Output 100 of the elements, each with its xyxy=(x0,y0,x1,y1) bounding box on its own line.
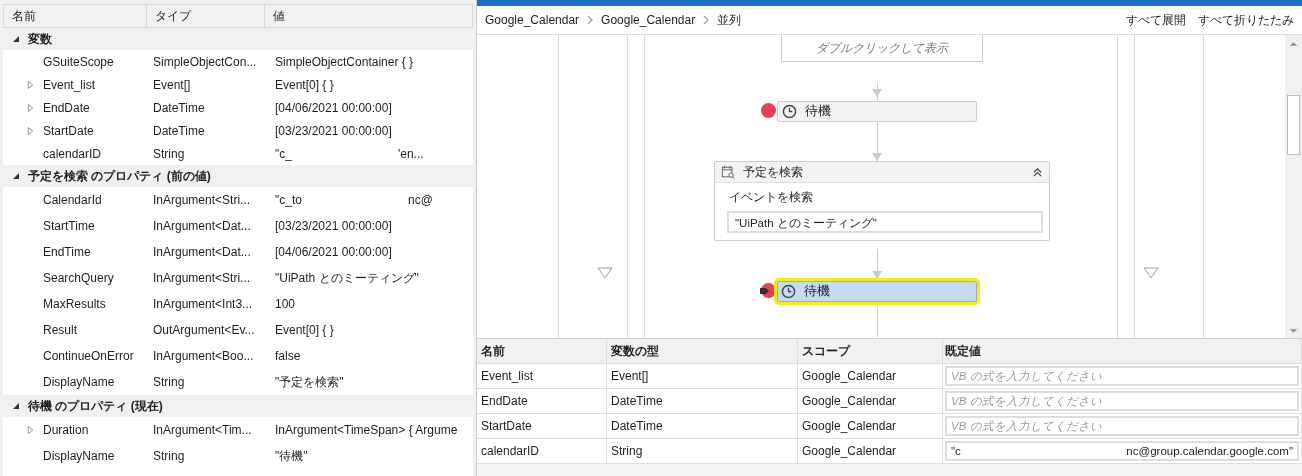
expand-triangle-icon[interactable] xyxy=(26,79,34,90)
table-cell: StartDate xyxy=(477,414,607,438)
table-cell: EndDate xyxy=(477,389,607,413)
property-name: DisplayName xyxy=(43,449,116,463)
table-cell: Google_Calendar xyxy=(798,389,943,413)
triangle-icon[interactable] xyxy=(597,267,613,279)
toolbar-link[interactable]: すべて展開 xyxy=(1126,11,1186,29)
property-type: String xyxy=(153,375,186,389)
property-name: CalendarId xyxy=(43,193,103,207)
property-name: Event_list xyxy=(43,77,97,92)
property-value: SimpleObjectContainer { } xyxy=(275,54,414,69)
triangle-icon[interactable] xyxy=(1143,267,1159,279)
property-type: InArgument<Tim... xyxy=(153,423,253,437)
expand-triangle-icon[interactable] xyxy=(26,425,34,435)
column-header[interactable]: タイプ xyxy=(147,5,265,27)
property-name: calendarID xyxy=(43,146,103,161)
property-name: Duration xyxy=(43,423,90,437)
input-field[interactable]: "UiPath とのミーティング" xyxy=(727,211,1043,233)
property-type: InArgument<Stri... xyxy=(153,193,252,207)
collapsed-activity[interactable]: ダブルクリックして表示 xyxy=(781,35,983,62)
scroll-down-icon[interactable] xyxy=(1289,327,1298,335)
property-value: "c_ xyxy=(275,146,292,161)
column-header[interactable]: スコープ xyxy=(798,339,943,363)
activity-card[interactable]: 予定を検索 イベントを検索 "UiPath とのミーティング" xyxy=(714,161,1050,241)
property-name: ContinueOnError xyxy=(43,349,135,363)
property-name: MaxResults xyxy=(43,297,107,311)
scroll-up-icon[interactable] xyxy=(1289,40,1298,48)
property-value: nc@ xyxy=(407,193,433,207)
wait-activity[interactable]: 待機 xyxy=(777,101,977,122)
property-type: InArgument<Stri... xyxy=(153,271,252,285)
property-type: InArgument<Boo... xyxy=(153,349,255,363)
property-name: SearchQuery xyxy=(43,271,115,285)
property-value: "待機" xyxy=(275,447,308,465)
property-value: [04/06/2021 00:00:00] xyxy=(275,245,392,259)
scrollbar[interactable] xyxy=(1285,35,1302,338)
column-header[interactable]: 変数の型 xyxy=(607,339,798,363)
property-name: StartTime xyxy=(43,219,96,233)
property-value: InArgument<TimeSpan> { Argume xyxy=(275,423,458,437)
property-type: SimpleObjectCon... xyxy=(153,54,258,69)
property-value: "予定を検索" xyxy=(275,373,344,391)
table-cell: calendarID xyxy=(477,439,607,463)
property-type: String xyxy=(153,449,186,463)
column-header[interactable]: 名前 xyxy=(477,339,607,363)
column-header[interactable]: 値 xyxy=(265,5,472,27)
toolbar-link[interactable]: すべて折りたたみ xyxy=(1198,11,1294,29)
section-title: 予定を検索 のプロパティ (前の値) xyxy=(28,167,211,185)
input-field[interactable]: VB の式を入力してください xyxy=(945,391,1299,411)
chevron-icon xyxy=(587,15,594,25)
scroll-thumb[interactable] xyxy=(1287,95,1300,155)
property-name: StartDate xyxy=(43,123,95,138)
table-cell: Event[] xyxy=(607,364,798,388)
table-cell: String xyxy=(607,439,798,463)
collapse-triangle-icon[interactable] xyxy=(12,172,20,180)
table-cell: Google_Calendar xyxy=(798,439,943,463)
clock-icon xyxy=(782,104,797,119)
property-type: InArgument<Int3... xyxy=(153,297,254,311)
property-type: InArgument<Dat... xyxy=(153,219,252,233)
field-label: イベントを検索 xyxy=(729,189,814,206)
property-name: EndDate xyxy=(43,100,91,115)
table-cell: Google_Calendar xyxy=(798,364,943,388)
wait-activity[interactable]: 待機 xyxy=(777,281,977,302)
collapse-icon[interactable] xyxy=(1032,166,1043,178)
collapse-triangle-icon[interactable] xyxy=(12,35,20,43)
input-field[interactable]: "c nc@group.calendar.google.com" xyxy=(945,441,1299,461)
expand-triangle-icon[interactable] xyxy=(26,102,34,113)
clock-icon xyxy=(781,284,796,299)
section-title: 待機 のプロパティ (現在) xyxy=(28,397,163,415)
property-type: DateTime xyxy=(153,123,206,138)
property-value: Event[0] { } xyxy=(275,323,334,337)
property-value: [03/23/2021 00:00:00] xyxy=(275,219,392,233)
property-value: Event[0] { } xyxy=(275,77,334,92)
breadcrumb-link[interactable]: Google_Calendar xyxy=(601,13,696,27)
table-cell: DateTime xyxy=(607,414,798,438)
property-name: GSuiteScope xyxy=(43,54,115,69)
chevron-icon xyxy=(703,15,710,25)
column-header[interactable]: 既定値 xyxy=(943,339,1302,363)
collapse-triangle-icon[interactable] xyxy=(12,402,20,410)
activity-title: 予定を検索 xyxy=(743,163,803,181)
property-value: 'en... xyxy=(397,146,424,161)
property-value: [04/06/2021 00:00:00] xyxy=(275,100,392,115)
expand-triangle-icon[interactable] xyxy=(26,125,34,136)
breadcrumb-link[interactable]: Google_Calendar xyxy=(485,13,580,27)
table-cell: Event_list xyxy=(477,364,607,388)
column-header[interactable]: 名前 xyxy=(4,5,147,27)
property-name: Result xyxy=(43,323,78,337)
input-field[interactable]: VB の式を入力してください xyxy=(945,366,1299,386)
property-type: OutArgument<Ev... xyxy=(153,323,256,337)
table-cell: Google_Calendar xyxy=(798,414,943,438)
property-value: "c_to xyxy=(275,193,302,207)
property-type: InArgument<Dat... xyxy=(153,245,252,259)
property-type: DateTime xyxy=(153,100,206,115)
input-field[interactable]: VB の式を入力してください xyxy=(945,416,1299,436)
section-title: 変数 xyxy=(28,30,52,48)
property-name: DisplayName xyxy=(43,375,116,389)
table-cell: DateTime xyxy=(607,389,798,413)
breadcrumb-link[interactable]: 並列 xyxy=(717,11,742,29)
property-type: String xyxy=(153,146,186,161)
property-value: [03/23/2021 00:00:00] xyxy=(275,123,392,138)
property-type: Event[] xyxy=(153,77,192,92)
property-value: false xyxy=(275,349,301,363)
